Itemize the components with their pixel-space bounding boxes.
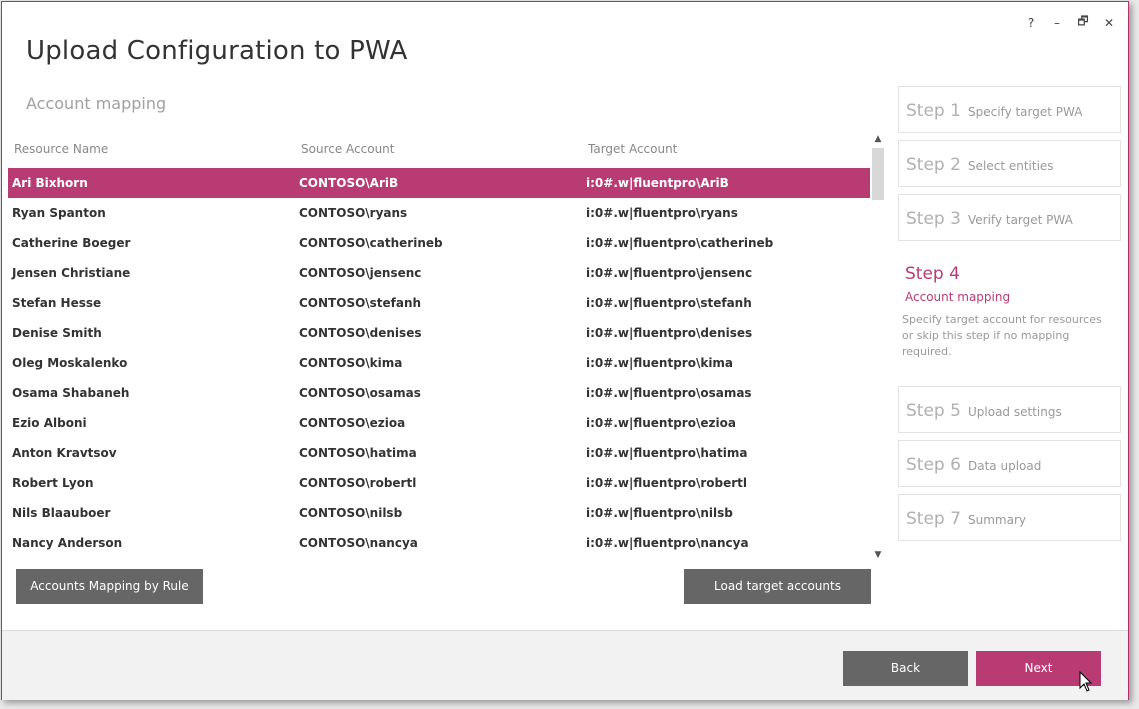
table-row[interactable]: Nils Blaauboer CONTOSO\nilsb i:0#.w|flue… [8,498,870,528]
cell-resource-name: Ezio Alboni [12,416,87,430]
cell-target-account[interactable]: i:0#.w|fluentpro\robertl [586,476,747,490]
section-subtitle: Account mapping [26,94,167,113]
table-row[interactable]: Ezio Alboni CONTOSO\ezioa i:0#.w|fluentp… [8,408,870,438]
cell-source-account: CONTOSO\hatima [299,446,417,460]
step-label: Upload settings [968,405,1062,419]
window-controls: ? – 🗗 ✕ [1024,12,1116,33]
footer-bar: Back Next [2,630,1128,700]
cell-resource-name: Denise Smith [12,326,102,340]
cell-source-account: CONTOSO\nilsb [299,506,403,520]
cell-target-account[interactable]: i:0#.w|fluentpro\kima [586,356,733,370]
table-row[interactable]: Denise Smith CONTOSO\denises i:0#.w|flue… [8,318,870,348]
cell-resource-name: Catherine Boeger [12,236,131,250]
cell-resource-name: Oleg Moskalenko [12,356,128,370]
account-mapping-grid: Resource Name Source Account Target Acco… [8,132,885,562]
cell-target-account[interactable]: i:0#.w|fluentpro\ezioa [586,416,736,430]
minimize-icon[interactable]: – [1050,16,1064,30]
cell-resource-name: Ryan Spanton [12,206,106,220]
cell-source-account: CONTOSO\robertl [299,476,417,490]
help-icon[interactable]: ? [1024,16,1038,30]
scroll-thumb[interactable] [872,148,884,200]
cell-target-account[interactable]: i:0#.w|fluentpro\AriB [586,176,729,190]
step-label: Account mapping [905,290,1011,304]
cell-target-account[interactable]: i:0#.w|fluentpro\stefanh [586,296,752,310]
cell-resource-name: Nils Blaauboer [12,506,111,520]
step-4-active: Step 4 Account mapping Specify target ac… [898,262,1121,362]
cell-source-account: CONTOSO\denises [299,326,422,340]
wizard-window: Upload Configuration to PWA ? – 🗗 ✕ Acco… [1,1,1129,700]
table-row[interactable]: Catherine Boeger CONTOSO\catherineb i:0#… [8,228,870,258]
table-row[interactable]: Stefan Hesse CONTOSO\stefanh i:0#.w|flue… [8,288,870,318]
step-label: Select entities [968,159,1054,173]
cell-source-account: CONTOSO\AriB [299,176,399,190]
cell-resource-name: Nancy Anderson [12,536,123,550]
step-description: Specify target account for resources or … [902,313,1102,358]
step-number: Step 4 [905,264,960,284]
cell-target-account[interactable]: i:0#.w|fluentpro\jensenc [586,266,752,280]
step-label: Specify target PWA [968,105,1083,119]
table-row[interactable]: Oleg Moskalenko CONTOSO\kima i:0#.w|flue… [8,348,870,378]
restore-icon[interactable]: 🗗 [1076,12,1090,33]
step-number: Step 1 [906,101,961,121]
scroll-down-icon[interactable]: ▼ [871,548,885,562]
cell-source-account: CONTOSO\jensenc [299,266,422,280]
cell-target-account[interactable]: i:0#.w|fluentpro\denises [586,326,752,340]
step-number: Step 6 [906,455,961,475]
cell-target-account[interactable]: i:0#.w|fluentpro\catherineb [586,236,773,250]
table-row[interactable]: Osama Shabaneh CONTOSO\osamas i:0#.w|flu… [8,378,870,408]
cell-target-account[interactable]: i:0#.w|fluentpro\nilsb [586,506,733,520]
scroll-up-icon[interactable]: ▲ [871,132,885,146]
step-7[interactable]: Step 7 Summary [898,494,1121,541]
table-row[interactable]: Jensen Christiane CONTOSO\jensenc i:0#.w… [8,258,870,288]
column-header-target-account[interactable]: Target Account [588,142,677,156]
grid-header: Resource Name Source Account Target Acco… [8,132,870,168]
table-row[interactable]: Nancy Anderson CONTOSO\nancya i:0#.w|flu… [8,528,870,558]
step-3[interactable]: Step 3 Verify target PWA [898,194,1121,241]
step-number: Step 5 [906,401,961,421]
grid-scrollbar[interactable]: ▲ ▼ [871,132,885,562]
step-number: Step 3 [906,209,961,229]
load-target-accounts-button[interactable]: Load target accounts [684,569,871,604]
table-row[interactable]: Ari Bixhorn CONTOSO\AriB i:0#.w|fluentpr… [8,168,870,198]
page-title: Upload Configuration to PWA [26,36,408,66]
cell-resource-name: Ari Bixhorn [12,176,88,190]
step-2[interactable]: Step 2 Select entities [898,140,1121,187]
step-label: Data upload [968,459,1042,473]
cell-target-account[interactable]: i:0#.w|fluentpro\hatima [586,446,747,460]
cell-resource-name: Anton Kravtsov [12,446,117,460]
step-5[interactable]: Step 5 Upload settings [898,386,1121,433]
step-number: Step 2 [906,155,961,175]
step-label: Summary [968,513,1026,527]
step-1[interactable]: Step 1 Specify target PWA [898,86,1121,133]
cell-target-account[interactable]: i:0#.w|fluentpro\nancya [586,536,749,550]
step-6[interactable]: Step 6 Data upload [898,440,1121,487]
cell-source-account: CONTOSO\ryans [299,206,408,220]
cell-source-account: CONTOSO\catherineb [299,236,443,250]
cell-source-account: CONTOSO\kima [299,356,403,370]
cell-source-account: CONTOSO\osamas [299,386,421,400]
column-header-resource-name[interactable]: Resource Name [14,142,108,156]
table-row[interactable]: Anton Kravtsov CONTOSO\hatima i:0#.w|flu… [8,438,870,468]
cell-source-account: CONTOSO\nancya [299,536,418,550]
cell-resource-name: Robert Lyon [12,476,94,490]
step-number: Step 7 [906,509,961,529]
cell-resource-name: Jensen Christiane [12,266,131,280]
step-label: Verify target PWA [968,213,1073,227]
table-row[interactable]: Ryan Spanton CONTOSO\ryans i:0#.w|fluent… [8,198,870,228]
column-header-source-account[interactable]: Source Account [301,142,394,156]
grid-rows: Ari Bixhorn CONTOSO\AriB i:0#.w|fluentpr… [8,168,870,558]
cell-source-account: CONTOSO\stefanh [299,296,422,310]
mouse-cursor-icon [1079,671,1093,692]
accounts-mapping-by-rule-button[interactable]: Accounts Mapping by Rule [16,569,203,604]
cell-source-account: CONTOSO\ezioa [299,416,406,430]
table-row[interactable]: Robert Lyon CONTOSO\robertl i:0#.w|fluen… [8,468,870,498]
close-icon[interactable]: ✕ [1102,16,1116,30]
cell-target-account[interactable]: i:0#.w|fluentpro\osamas [586,386,752,400]
cell-resource-name: Osama Shabaneh [12,386,130,400]
cell-resource-name: Stefan Hesse [12,296,102,310]
cell-target-account[interactable]: i:0#.w|fluentpro\ryans [586,206,738,220]
back-button[interactable]: Back [843,651,968,686]
